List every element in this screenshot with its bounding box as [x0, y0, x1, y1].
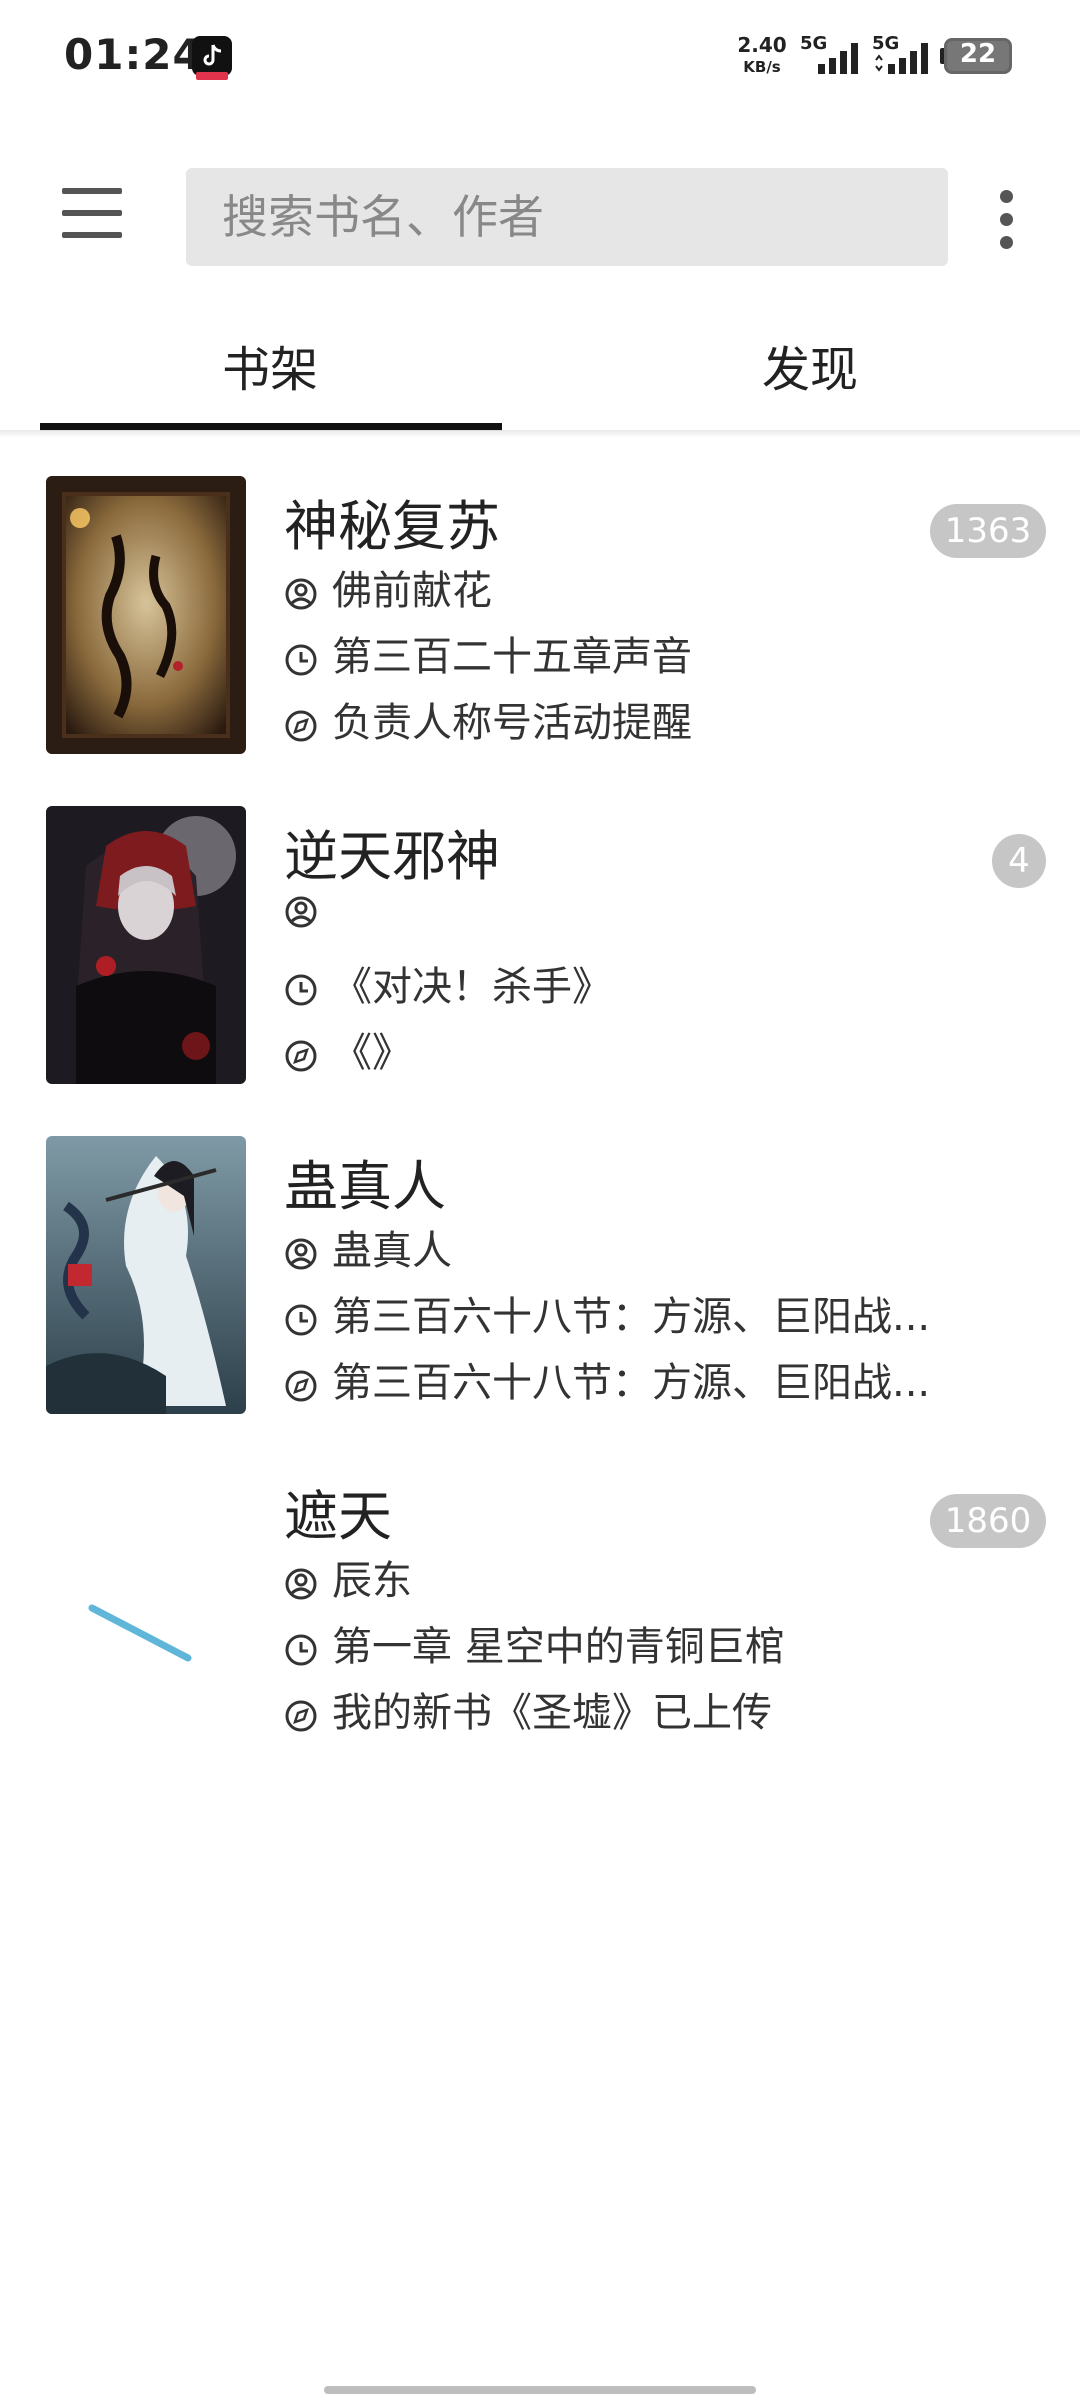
book-last-read: 第三百六十八节：方源、巨阳战... [332, 1360, 931, 1406]
book-author-row: 佛前献花 [284, 558, 492, 616]
home-gesture-bar[interactable] [324, 2386, 756, 2394]
book-latest-row: 《对决！杀手》 [284, 954, 612, 1012]
author-icon [285, 896, 317, 928]
book-last-read: 负责人称号活动提醒 [332, 700, 692, 746]
network-rate-unit: KB/s [743, 58, 781, 76]
unread-count-badge: 1363 [930, 504, 1046, 558]
book-item[interactable]: 逆天邪神 4 《对决！杀手》 《》 [0, 806, 1080, 1136]
compass-icon [285, 710, 317, 742]
book-lastread-row: 负责人称号活动提醒 [284, 690, 692, 748]
tab-discover[interactable]: 发现 [540, 310, 1080, 430]
unread-count-badge: 1860 [930, 1494, 1046, 1548]
search-input[interactable] [186, 168, 948, 266]
book-title: 遮天 [284, 1485, 392, 1548]
network-rate-value: 2.40 [737, 33, 787, 57]
tiktok-notification-icon [192, 36, 232, 80]
battery-icon: 22 [944, 38, 1012, 74]
network-rate: 2.40 KB/s [734, 34, 790, 78]
more-vert-icon[interactable] [992, 190, 1022, 250]
book-cover-loading-placeholder [46, 1466, 246, 1744]
clock-icon [285, 1634, 317, 1666]
book-cover [46, 476, 246, 754]
book-cover [46, 806, 246, 1084]
book-lastread-row: 《》 [284, 1020, 412, 1078]
signal-strength-icon [818, 43, 858, 74]
book-author-row: 辰东 [284, 1548, 412, 1606]
book-item[interactable]: 蛊真人 蛊真人 第三百六十八节：方源、巨阳战... 第三百六十八节：方源、巨阳战… [0, 1136, 1080, 1466]
clock-icon [285, 1304, 317, 1336]
book-item[interactable]: 遮天 1860 辰东 第一章 星空中的青铜巨棺 我的新书《圣墟》已上传 [0, 1466, 1080, 1796]
book-latest-row: 第三百六十八节：方源、巨阳战... [284, 1284, 930, 1342]
book-item[interactable]: 神秘复苏 1363 佛前献花 第三百二十五章声音 负责人称号活动提醒 [0, 476, 1080, 806]
author-icon [285, 1568, 317, 1600]
book-lastread-row: 第三百六十八节：方源、巨阳战... [284, 1350, 930, 1408]
tab-bar-shadow [0, 430, 1080, 438]
book-latest-chapter: 第三百六十八节：方源、巨阳战... [332, 1294, 931, 1340]
book-last-read: 我的新书《圣墟》已上传 [332, 1690, 772, 1736]
unread-count-badge: 4 [992, 834, 1046, 888]
book-lastread-row: 我的新书《圣墟》已上传 [284, 1680, 772, 1738]
book-latest-chapter: 《对决！杀手》 [332, 964, 612, 1010]
book-title: 神秘复苏 [284, 495, 500, 558]
author-icon [285, 578, 317, 610]
app-toolbar [0, 160, 1080, 272]
book-author: 蛊真人 [332, 1228, 452, 1274]
signal-strength-2-icon [875, 43, 928, 74]
book-cover [46, 1136, 246, 1414]
compass-icon [285, 1040, 317, 1072]
hamburger-menu-icon[interactable] [56, 184, 128, 248]
status-bar: 01:24 2.40 KB/s 5G 5G 22 [0, 0, 1080, 110]
status-time: 01:24 [64, 30, 203, 79]
book-author: 佛前献花 [332, 568, 492, 614]
book-latest-row: 第一章 星空中的青铜巨棺 [284, 1614, 785, 1672]
search-box[interactable] [186, 168, 948, 266]
book-latest-row: 第三百二十五章声音 [284, 624, 692, 682]
clock-icon [285, 644, 317, 676]
book-author: 辰东 [332, 1558, 412, 1604]
author-icon [285, 1238, 317, 1270]
compass-icon [285, 1370, 317, 1402]
clock-icon [285, 974, 317, 1006]
book-author-row: 蛊真人 [284, 1218, 452, 1276]
book-author-row [284, 888, 332, 934]
battery-level: 22 [959, 39, 997, 69]
tab-bar: 书架 发现 [0, 310, 1080, 431]
tab-bookshelf[interactable]: 书架 [0, 310, 540, 430]
compass-icon [285, 1700, 317, 1732]
book-last-read: 《》 [332, 1030, 412, 1076]
book-latest-chapter: 第一章 星空中的青铜巨棺 [332, 1624, 785, 1670]
book-title: 逆天邪神 [284, 825, 500, 888]
book-latest-chapter: 第三百二十五章声音 [332, 634, 692, 680]
book-title: 蛊真人 [284, 1155, 446, 1218]
